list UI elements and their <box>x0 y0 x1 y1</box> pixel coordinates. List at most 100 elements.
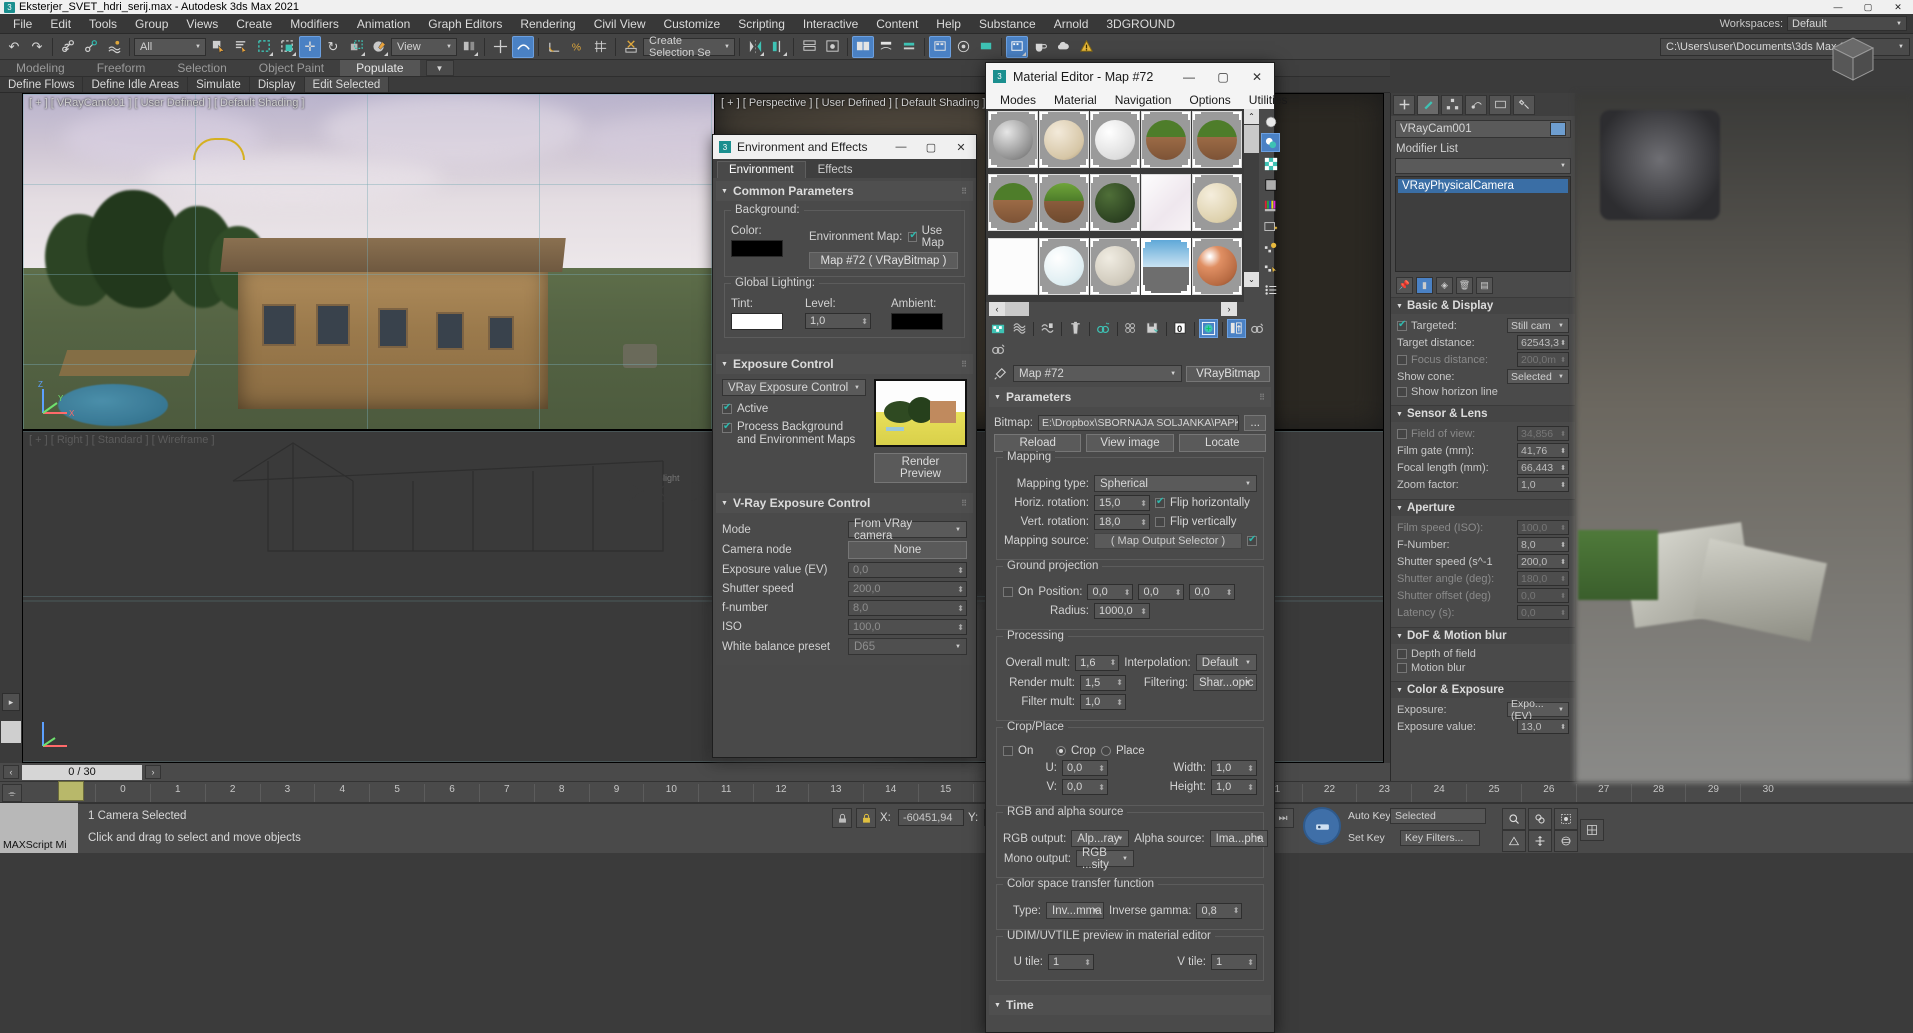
env-maximize-button[interactable]: ▢ <box>916 135 946 159</box>
material-slot-5[interactable] <box>1192 111 1242 168</box>
workspace-dropdown[interactable]: Default <box>1787 16 1907 31</box>
material-map-navigator-icon[interactable] <box>1261 280 1280 299</box>
orbit-icon[interactable] <box>1554 830 1578 852</box>
environment-map-button[interactable]: Map #72 ( VRayBitmap ) <box>809 252 958 269</box>
position-z-spinner[interactable]: 0,0 <box>1189 584 1236 600</box>
angle-snap-toggle-icon[interactable] <box>543 36 565 58</box>
menu-item-customize[interactable]: Customize <box>655 15 730 33</box>
crop-width-spinner[interactable]: 1,0 <box>1211 760 1257 776</box>
time-slider-handle[interactable] <box>58 781 84 801</box>
make-unique-icon[interactable] <box>1122 319 1141 338</box>
mat-menu-material[interactable]: Material <box>1046 92 1105 108</box>
auto-key-round-button[interactable] <box>1303 807 1341 845</box>
remove-modifier-icon[interactable]: 🗑 <box>1456 277 1473 294</box>
expand-gutter-icon[interactable]: ▸ <box>2 693 20 711</box>
use-selection-center-icon[interactable] <box>489 36 511 58</box>
ribbon-subtab-define-idle-areas[interactable]: Define Idle Areas <box>83 77 189 92</box>
menu-item-rendering[interactable]: Rendering <box>511 15 584 33</box>
sample-uv-tiling-icon[interactable] <box>1261 175 1280 194</box>
bitmap-browse-button[interactable]: ... <box>1244 415 1266 431</box>
focus-distance-checkbox[interactable] <box>1397 354 1407 365</box>
slot-scroll-left-arrow[interactable]: ‹ <box>989 302 1005 316</box>
iso-spinner[interactable]: 100,0 <box>848 619 967 635</box>
rollup-header-dof-motion-blur[interactable]: ▼ DoF & Motion blur <box>1391 627 1575 644</box>
flip-vertically-checkbox[interactable]: Flip vertically <box>1155 516 1236 528</box>
horiz-rotation-spinner[interactable]: 15,0 <box>1094 495 1150 511</box>
mat-maximize-button[interactable]: ▢ <box>1206 63 1240 90</box>
interpolation-combo[interactable]: Default <box>1195 654 1257 671</box>
level-spinner[interactable]: 1,0 <box>805 313 871 329</box>
select-and-rotate-icon[interactable]: ↻ <box>322 36 344 58</box>
exposure-value-spinner[interactable]: 0,0 <box>848 562 967 578</box>
material-slot-13[interactable] <box>1090 237 1140 295</box>
shutter-speed-spinner[interactable]: 200,0 <box>848 581 967 597</box>
x-coordinate-field[interactable]: -60451,94 <box>898 809 964 826</box>
menu-item-interactive[interactable]: Interactive <box>794 15 867 33</box>
material-slot-9[interactable] <box>1141 174 1191 232</box>
timeline-next-frame-button[interactable]: › <box>145 765 161 779</box>
utilities-tab[interactable] <box>1513 94 1535 115</box>
shutter-offset-spinner[interactable]: 0,0 <box>1517 588 1569 603</box>
ribbon-subtab-define-flows[interactable]: Define Flows <box>0 77 84 92</box>
menu-item-tools[interactable]: Tools <box>80 15 126 33</box>
radius-spinner[interactable]: 1000,0 <box>1094 603 1150 619</box>
render-production-icon[interactable] <box>1029 36 1051 58</box>
inverse-gamma-spinner[interactable]: 0,8 <box>1196 902 1243 919</box>
percent-snap-toggle-icon[interactable]: % <box>566 36 588 58</box>
material-editor-dialog[interactable]: 3 Material Editor - Map #72 — ▢ ✕ Modes … <box>985 62 1287 1033</box>
rollup-header-sensor-lens[interactable]: ▼ Sensor & Lens <box>1391 405 1575 422</box>
material-slot-6[interactable] <box>988 174 1038 232</box>
edit-named-selection-sets-icon[interactable] <box>620 36 642 58</box>
colorspace-type-combo[interactable]: Inv...mma <box>1046 902 1104 919</box>
material-slot-12[interactable] <box>1039 237 1089 295</box>
place-radio[interactable]: Place <box>1100 745 1145 757</box>
mirror-icon[interactable] <box>744 36 766 58</box>
reset-map-material-icon[interactable] <box>1066 319 1085 338</box>
menu-item-help[interactable]: Help <box>927 15 970 33</box>
exposure-combo[interactable]: Expo...(EV) <box>1507 698 1569 722</box>
mat-menu-navigation[interactable]: Navigation <box>1107 92 1180 108</box>
menu-item-edit[interactable]: Edit <box>41 15 80 33</box>
crop-on-checkbox[interactable]: On <box>1003 745 1051 757</box>
reload-button[interactable]: Reload <box>994 434 1082 452</box>
menu-item-arnold[interactable]: Arnold <box>1045 15 1098 33</box>
put-material-to-scene-icon[interactable] <box>1010 319 1029 338</box>
selection-filter-combo[interactable]: All <box>134 37 206 56</box>
pin-stack-icon[interactable]: 📌 <box>1396 277 1413 294</box>
unlink-selection-icon[interactable] <box>80 36 102 58</box>
make-preview-icon[interactable] <box>1261 217 1280 236</box>
mapping-source-button[interactable]: ( Map Output Selector ) <box>1094 533 1242 549</box>
view-image-button[interactable]: View image <box>1086 434 1174 452</box>
material-slot-2[interactable] <box>1039 111 1089 168</box>
field-of-view-spinner[interactable]: 34,856 <box>1517 426 1569 441</box>
f-number-spinner[interactable]: 8,0 <box>848 600 967 616</box>
render-preview-button[interactable]: Render Preview <box>874 453 967 483</box>
select-and-place-icon[interactable] <box>368 36 390 58</box>
use-map-checkbox[interactable]: Use Map <box>908 225 958 249</box>
material-slot-15[interactable] <box>1192 237 1242 295</box>
rgb-output-combo[interactable]: Alp...ray <box>1071 830 1130 847</box>
window-crossing-toggle-icon[interactable] <box>276 36 298 58</box>
spinner-snap-toggle-icon[interactable] <box>589 36 611 58</box>
environment-and-effects-dialog[interactable]: 3 Environment and Effects — ▢ ✕ Environm… <box>712 134 977 758</box>
key-filters-button[interactable]: Key Filters... <box>1400 830 1480 846</box>
maximize-viewport-toggle-icon[interactable] <box>1580 819 1604 841</box>
ribbon-subtab-edit-selected[interactable]: Edit Selected <box>304 77 390 92</box>
select-and-move-icon[interactable]: ✛ <box>299 35 321 58</box>
bind-to-space-warp-icon[interactable] <box>103 36 125 58</box>
zoom-extents-icon[interactable] <box>1554 808 1578 830</box>
get-material-icon[interactable] <box>989 319 1008 338</box>
timeline-prev-frame-button[interactable]: ‹ <box>3 765 19 779</box>
film-gate-spinner[interactable]: 41,76 <box>1517 443 1569 458</box>
targeted-checkbox[interactable] <box>1397 319 1407 331</box>
configure-modifier-sets-icon[interactable]: ▤ <box>1476 277 1493 294</box>
env-minimize-button[interactable]: — <box>886 135 916 159</box>
make-material-copy-icon[interactable] <box>1094 319 1113 338</box>
toggle-ribbon-icon[interactable] <box>852 35 874 58</box>
make-unique-stack-icon[interactable]: ◈ <box>1436 277 1453 294</box>
background-color-swatch[interactable] <box>731 240 783 257</box>
crop-height-spinner[interactable]: 1,0 <box>1211 779 1257 795</box>
shutter-angle-spinner[interactable]: 180,0 <box>1517 571 1569 586</box>
zoom-factor-spinner[interactable]: 1,0 <box>1517 477 1569 492</box>
alpha-source-combo[interactable]: Ima...pha <box>1209 830 1268 847</box>
